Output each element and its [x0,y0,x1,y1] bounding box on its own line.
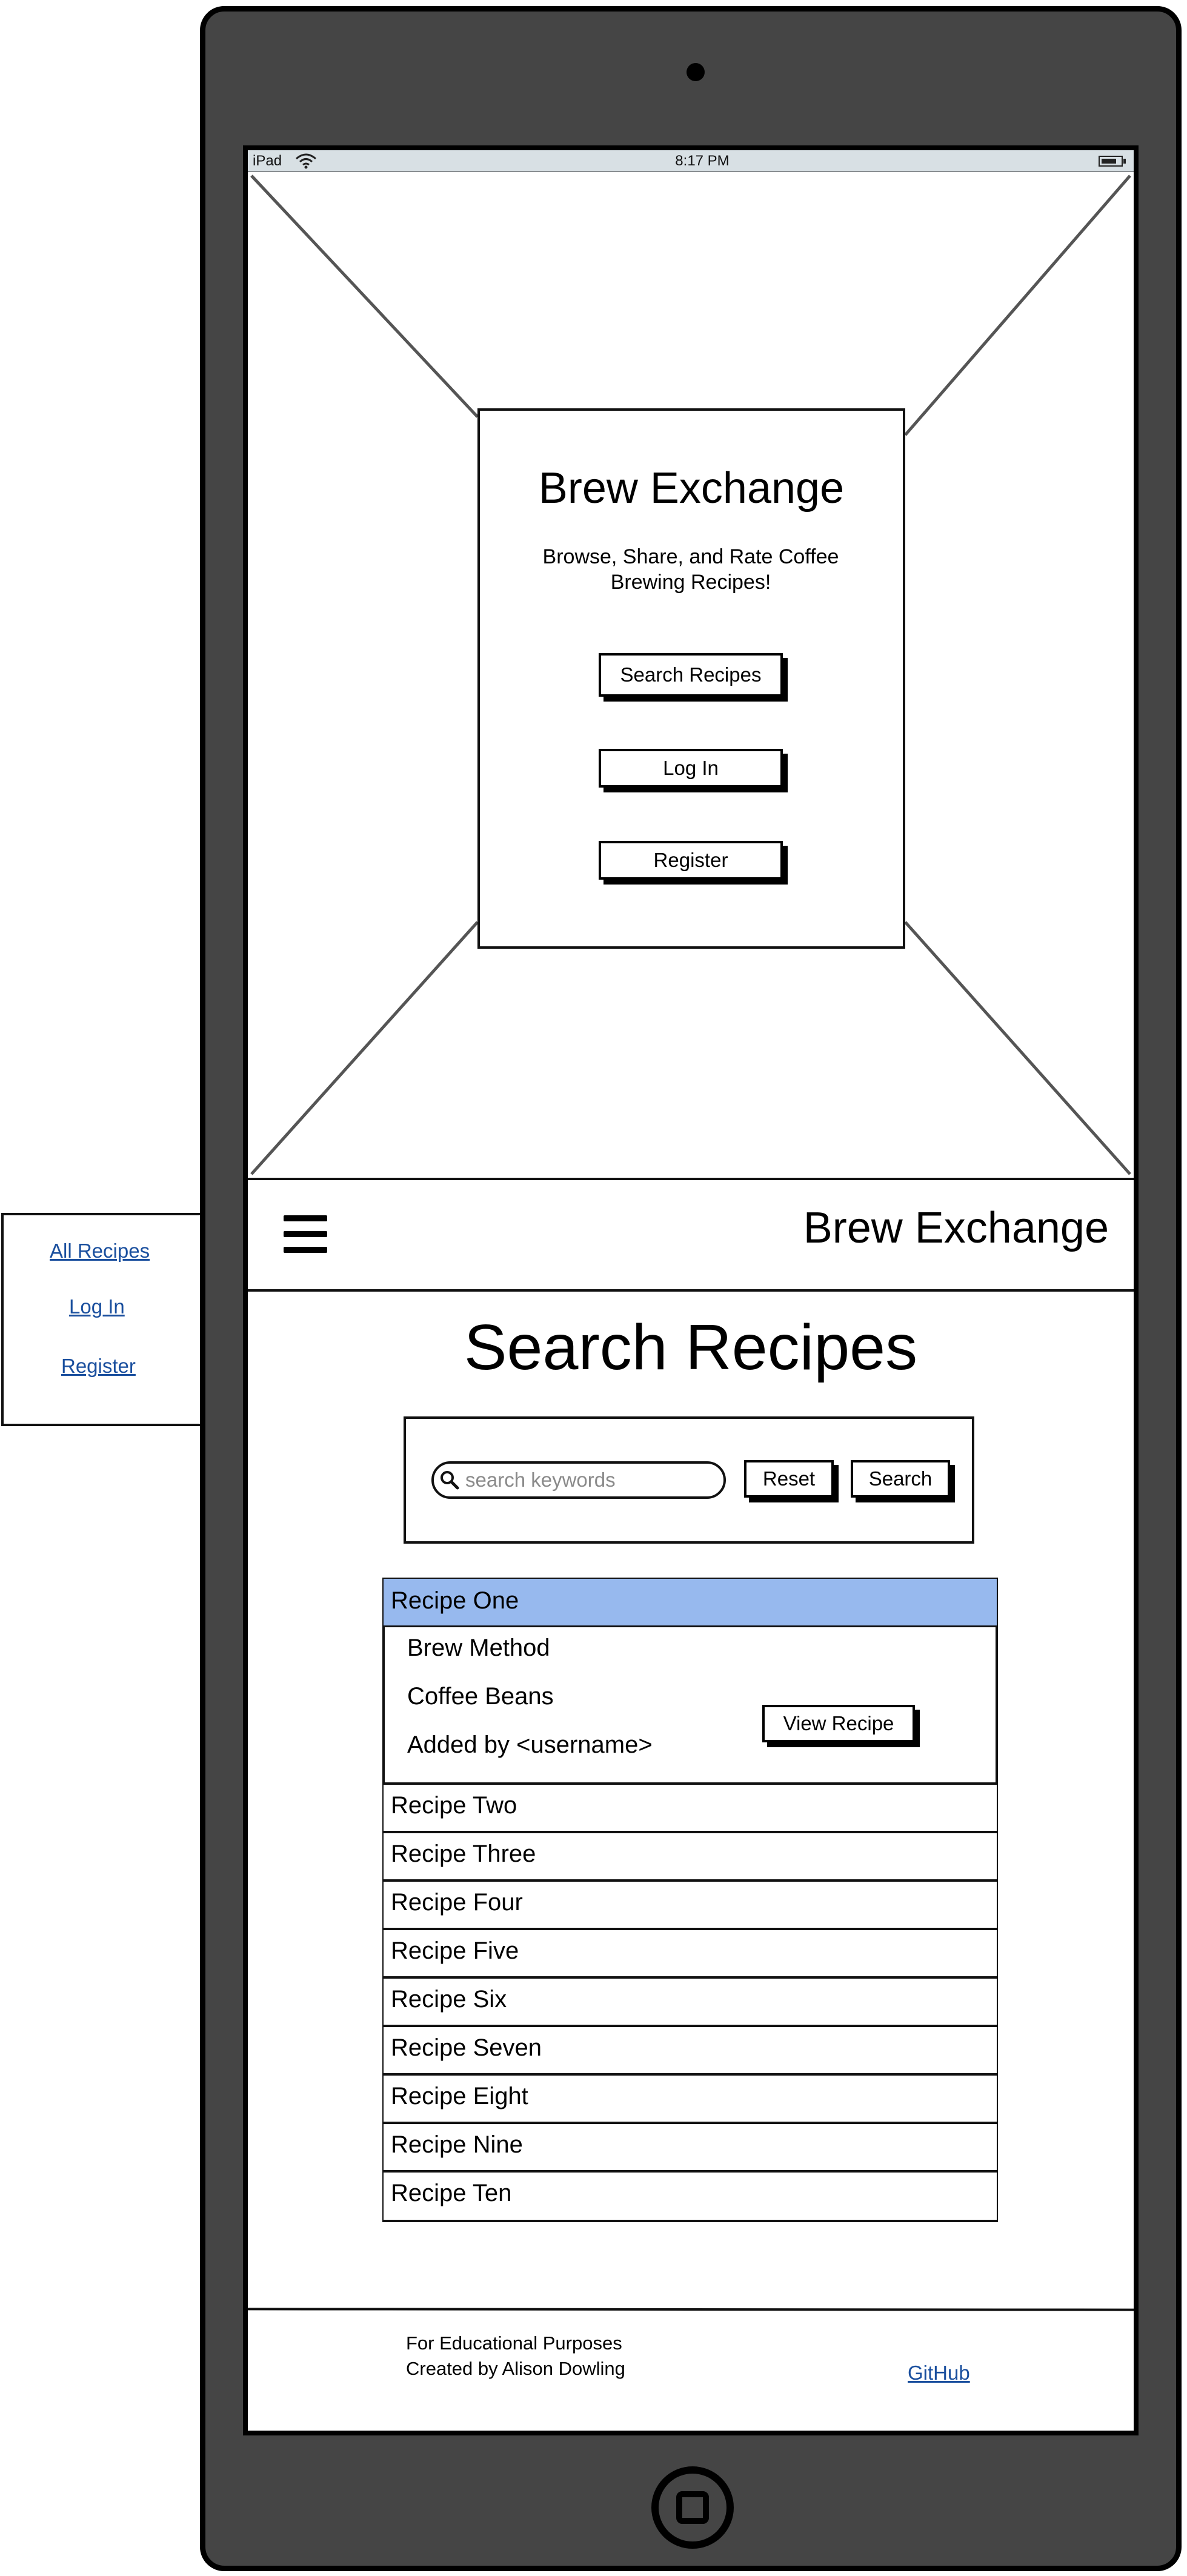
recipe-row-label: Recipe Five [391,1937,519,1964]
recipe-row[interactable]: Recipe Ten [384,2170,997,2220]
recipe-row[interactable]: Recipe Six [384,1976,997,2025]
side-menu-register-link[interactable]: Register [61,1355,136,1378]
recipe-detail-added-by: Added by <username> [407,1731,653,1758]
landing-subtitle-line2: Brewing Recipes! [610,571,771,594]
side-menu-log-in-link[interactable]: Log In [69,1295,125,1318]
status-bar: iPad 8:17 PM [248,150,1134,172]
battery-tip [1123,159,1126,164]
search-recipes-button[interactable]: Search Recipes [599,653,783,697]
recipe-row-label: Recipe Seven [391,2034,542,2061]
side-menu-all-recipes-link[interactable]: All Recipes [50,1240,150,1263]
status-time: 8:17 PM [675,153,730,169]
search-icon [441,1471,459,1490]
landing-title: Brew Exchange [538,464,845,513]
recipe-row[interactable]: Recipe Two [384,1782,997,1831]
header-top-border [248,1178,1134,1180]
recipe-row-label: Recipe Four [391,1889,523,1916]
recipe-row[interactable]: Recipe Nine [384,2122,997,2170]
recipe-row-selected[interactable]: Recipe One [384,1579,997,1627]
battery-icon [1099,156,1123,167]
footer-line2: Created by Alison Dowling [406,2358,625,2379]
register-button[interactable]: Register [599,841,783,880]
status-carrier: iPad [253,153,282,169]
recipe-row-label: Recipe Nine [391,2131,523,2158]
search-button[interactable]: Search [851,1460,950,1498]
recipe-row[interactable]: Recipe Three [384,1831,997,1879]
landing-subtitle: Browse, Share, and Rate Coffee Brewing R… [521,544,860,595]
page-title: Search Recipes [464,1312,918,1383]
recipe-row-label: Recipe Six [391,1986,507,2013]
recipe-row[interactable]: Recipe Five [384,1928,997,1976]
header-app-title: Brew Exchange [803,1204,1109,1252]
reset-button[interactable]: Reset [744,1460,834,1498]
recipe-row-label: Recipe Ten [391,2180,512,2206]
view-recipe-button[interactable]: View Recipe [762,1705,915,1742]
recipe-row-label: Recipe Two [391,1792,517,1819]
log-in-button[interactable]: Log In [599,749,783,788]
header-bottom-border [248,1289,1134,1292]
recipe-row[interactable]: Recipe Eight [384,2073,997,2122]
github-link[interactable]: GitHub [908,2362,970,2385]
hamburger-menu-icon[interactable] [284,1215,327,1254]
recipe-one-label: Recipe One [391,1587,519,1614]
recipe-row-label: Recipe Three [391,1841,536,1867]
search-input-placeholder: search keywords [465,1469,616,1491]
recipe-row[interactable]: Recipe Seven [384,2025,997,2073]
recipe-detail-coffee-beans: Coffee Beans [407,1683,554,1710]
landing-subtitle-line1: Browse, Share, and Rate Coffee [542,545,839,568]
recipe-row[interactable]: Recipe Four [384,1879,997,1928]
home-button-square-icon [676,2491,709,2524]
recipe-detail-brew-method: Brew Method [407,1635,550,1661]
recipe-row-label: Recipe Eight [391,2083,528,2110]
camera-icon [687,63,705,81]
wifi-icon [296,153,316,169]
footer-line1: For Educational Purposes [406,2332,622,2354]
